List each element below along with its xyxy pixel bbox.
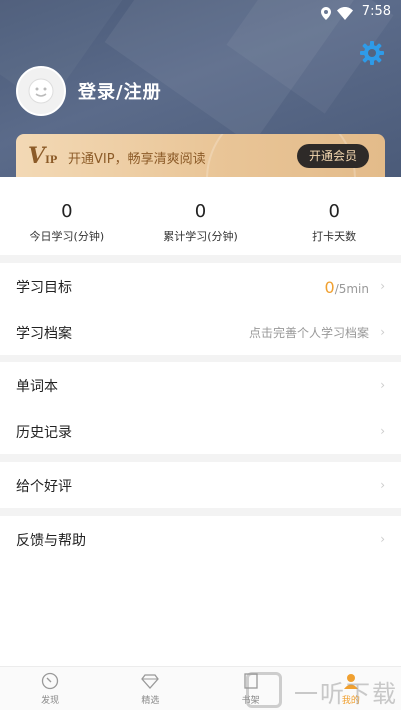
tab-featured[interactable]: 精选 — [100, 667, 200, 710]
stat-total: 0 累计学习(分钟) — [134, 177, 268, 255]
menu-item-label: 历史记录 — [16, 425, 72, 441]
menu-item-label: 反馈与帮助 — [16, 533, 86, 549]
menu-item-label: 学习目标 — [16, 280, 72, 296]
menu-item-label: 单词本 — [16, 379, 58, 395]
stat-today: 0 今日学习(分钟) — [0, 177, 134, 255]
menu-group-rate: 给个好评 › — [0, 462, 401, 508]
archive-hint: 点击完善个人学习档案 — [248, 326, 369, 340]
chevron-right-icon: › — [380, 532, 385, 546]
watermark-text: 一听下载 — [294, 680, 398, 708]
vip-logo: VIP — [28, 143, 57, 169]
chevron-right-icon: › — [380, 378, 385, 392]
menu-group-study: 学习目标 0/5min › 学习档案 点击完善个人学习档案 › — [0, 263, 401, 355]
tab-discover[interactable]: 发现 — [0, 667, 100, 710]
goal-unit: /5min — [334, 282, 369, 296]
avatar[interactable] — [16, 66, 66, 116]
status-time: 7:58 — [361, 4, 391, 19]
stat-value: 0 — [328, 201, 340, 222]
stat-label: 打卡天数 — [312, 230, 357, 243]
menu-item-study-archive[interactable]: 学习档案 点击完善个人学习档案 › — [0, 309, 401, 355]
wifi-icon — [337, 5, 353, 24]
stat-value: 0 — [194, 201, 207, 222]
menu-item-rate[interactable]: 给个好评 › — [0, 462, 401, 508]
menu-item-feedback[interactable]: 反馈与帮助 › — [0, 516, 401, 562]
stat-value: 0 — [61, 201, 73, 222]
download-site-watermark: 一听下载 — [244, 668, 401, 710]
vip-banner[interactable]: VIP 开通VIP，畅享清爽阅读 开通会员 — [16, 134, 385, 177]
watermark-logo-icon — [246, 672, 282, 708]
chevron-right-icon: › — [380, 325, 385, 339]
menu-group-records: 单词本 › 历史记录 › — [0, 362, 401, 454]
location-icon — [321, 5, 331, 24]
avatar-face-icon — [28, 78, 54, 104]
open-vip-button[interactable]: 开通会员 — [297, 144, 369, 168]
chevron-right-icon: › — [380, 279, 385, 293]
profile-header: 7:58 登录/注册 VIP 开通VIP，畅享清爽阅读 开通会员 — [0, 0, 401, 177]
login-register-link[interactable]: 登录/注册 — [78, 78, 162, 104]
vip-logo-letter: V — [28, 143, 46, 169]
menu-item-label: 给个好评 — [16, 479, 72, 495]
goal-minutes: 0 — [324, 278, 335, 297]
stat-label: 今日学习(分钟) — [29, 230, 105, 243]
menu-group-help: 反馈与帮助 › — [0, 516, 401, 666]
vip-promo-text: 开通VIP，畅享清爽阅读 — [68, 152, 206, 167]
study-goal-value: 0/5min — [325, 278, 370, 297]
settings-gear-icon[interactable] — [359, 40, 385, 66]
discover-icon — [0, 671, 100, 691]
stat-label: 累计学习(分钟) — [163, 230, 238, 243]
tab-label: 发现 — [41, 696, 60, 706]
chevron-right-icon: › — [380, 424, 385, 438]
menu-item-wordbook[interactable]: 单词本 › — [0, 362, 401, 408]
stat-checkin-days: 0 打卡天数 — [267, 177, 401, 255]
menu-item-history[interactable]: 历史记录 › — [0, 408, 401, 454]
vip-logo-sub: IP — [45, 155, 58, 166]
chevron-right-icon: › — [380, 478, 385, 492]
menu-item-study-goal[interactable]: 学习目标 0/5min › — [0, 263, 401, 309]
tab-label: 精选 — [141, 696, 160, 706]
menu-item-label: 学习档案 — [16, 326, 72, 342]
status-bar: 7:58 — [0, 0, 401, 24]
diamond-icon — [100, 671, 200, 691]
study-stats: 0 今日学习(分钟) 0 累计学习(分钟) 0 打卡天数 — [0, 177, 401, 255]
